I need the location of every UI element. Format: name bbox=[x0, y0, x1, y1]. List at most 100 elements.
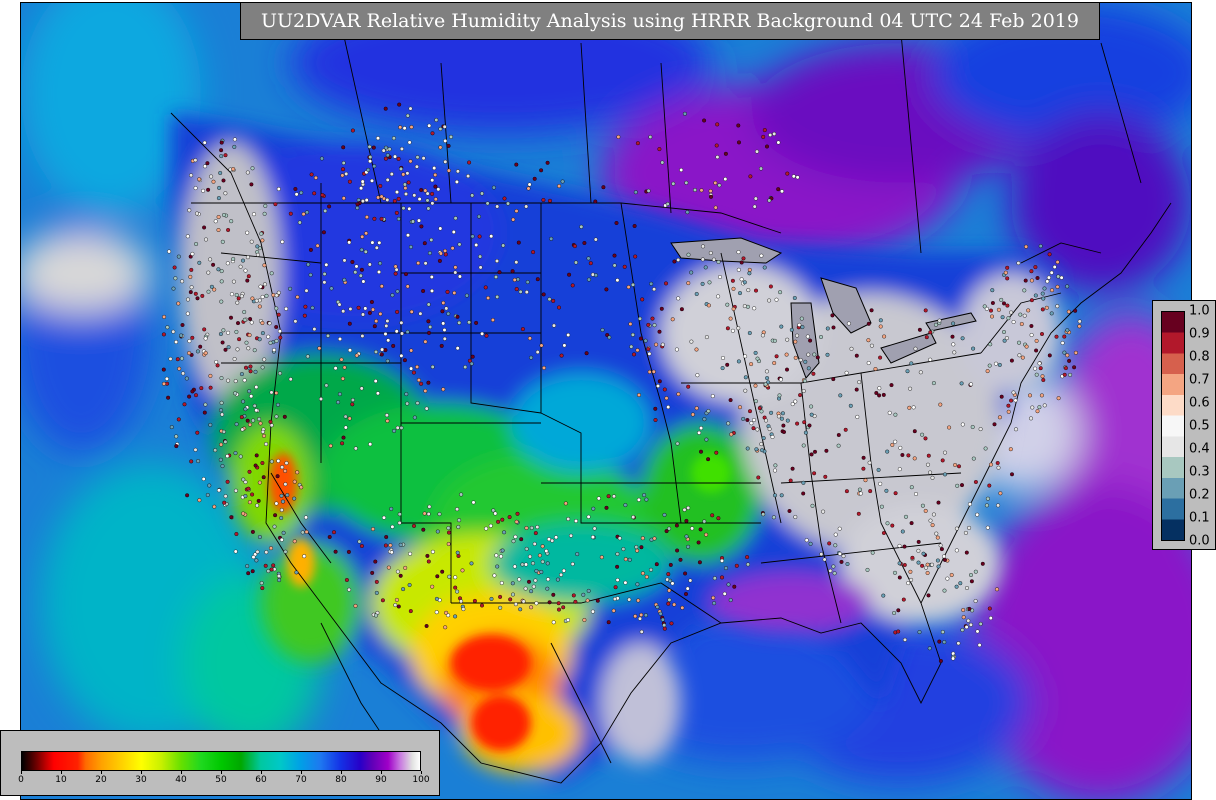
station-dot bbox=[914, 492, 919, 497]
station-dot bbox=[574, 519, 579, 524]
station-dot bbox=[430, 131, 435, 136]
station-dot bbox=[247, 389, 252, 394]
station-dot bbox=[514, 260, 519, 265]
station-dot bbox=[881, 593, 886, 598]
station-dot bbox=[395, 289, 400, 294]
station-dot bbox=[1047, 252, 1052, 257]
station-dot bbox=[385, 319, 390, 324]
rh-colorbar: 0 10 20 30 40 50 60 70 80 90 100 bbox=[0, 730, 440, 796]
station-dot bbox=[1042, 403, 1047, 408]
station-dot bbox=[219, 442, 224, 447]
station-dot bbox=[304, 529, 309, 534]
station-dot bbox=[592, 526, 597, 531]
station-dot bbox=[542, 365, 547, 370]
station-dot bbox=[779, 416, 784, 421]
station-dot bbox=[496, 519, 501, 524]
station-dot bbox=[904, 514, 909, 519]
station-dot bbox=[607, 335, 612, 340]
station-dot bbox=[704, 532, 709, 537]
station-dot bbox=[951, 656, 956, 661]
station-dot bbox=[685, 586, 690, 591]
station-dot bbox=[453, 585, 458, 590]
station-dot bbox=[350, 128, 355, 133]
station-dot bbox=[1029, 416, 1034, 421]
station-dot bbox=[240, 258, 245, 263]
station-dot bbox=[778, 377, 783, 382]
station-dot bbox=[470, 354, 475, 359]
station-dot bbox=[428, 325, 433, 330]
station-dot bbox=[385, 153, 390, 158]
station-dot bbox=[805, 334, 810, 339]
station-dot bbox=[339, 357, 344, 362]
station-dot bbox=[545, 160, 550, 165]
station-dot bbox=[953, 463, 958, 468]
station-dot bbox=[884, 488, 889, 493]
station-dot bbox=[229, 292, 234, 297]
station-dot bbox=[215, 363, 220, 368]
station-dot bbox=[281, 530, 286, 535]
station-dot bbox=[665, 201, 670, 206]
station-dot bbox=[1004, 336, 1009, 341]
station-dot bbox=[670, 581, 675, 586]
station-dot bbox=[514, 162, 519, 167]
station-dot bbox=[396, 216, 401, 221]
station-dot bbox=[716, 294, 721, 299]
station-dot bbox=[736, 359, 741, 364]
station-dot bbox=[770, 435, 775, 440]
station-dot bbox=[790, 466, 795, 471]
station-dot bbox=[337, 302, 342, 307]
station-dot bbox=[1020, 355, 1025, 360]
station-dot bbox=[704, 335, 709, 340]
station-dot bbox=[293, 186, 298, 191]
station-dot bbox=[213, 448, 218, 453]
station-dot bbox=[278, 371, 283, 376]
station-dot bbox=[353, 270, 358, 275]
station-dot bbox=[887, 410, 892, 415]
station-dot bbox=[251, 418, 256, 423]
station-dot bbox=[710, 394, 715, 399]
station-dot bbox=[340, 173, 345, 178]
station-dot bbox=[684, 592, 689, 597]
station-dot bbox=[562, 343, 567, 348]
station-dot bbox=[768, 132, 773, 137]
station-dot bbox=[637, 393, 642, 398]
station-dot bbox=[412, 415, 417, 420]
station-dot bbox=[535, 525, 540, 530]
station-dot bbox=[438, 226, 443, 231]
station-dot bbox=[251, 555, 256, 560]
station-dot bbox=[622, 264, 627, 269]
station-dot bbox=[706, 457, 711, 462]
station-dot bbox=[239, 294, 244, 299]
station-dot bbox=[650, 316, 655, 321]
station-dot bbox=[190, 389, 195, 394]
station-dot bbox=[403, 186, 408, 191]
station-dot bbox=[741, 256, 746, 261]
station-dot bbox=[320, 192, 325, 197]
station-dot bbox=[268, 546, 273, 551]
station-dot bbox=[274, 391, 279, 396]
station-dot bbox=[399, 146, 404, 151]
station-dot bbox=[247, 500, 252, 505]
station-dot bbox=[748, 409, 753, 414]
station-dot bbox=[217, 185, 222, 190]
station-dot bbox=[844, 370, 849, 375]
station-dot bbox=[996, 503, 1001, 508]
station-dot bbox=[793, 355, 798, 360]
station-dot bbox=[356, 305, 361, 310]
station-dot bbox=[809, 452, 814, 457]
station-dot bbox=[292, 479, 297, 484]
station-dot bbox=[746, 562, 751, 567]
station-dot bbox=[343, 414, 348, 419]
station-dot bbox=[897, 575, 902, 580]
station-dot bbox=[276, 186, 281, 191]
station-dot bbox=[432, 166, 437, 171]
station-dot bbox=[1002, 301, 1007, 306]
station-dot bbox=[912, 456, 917, 461]
station-dot bbox=[642, 493, 647, 498]
station-dot bbox=[526, 186, 531, 191]
station-dot bbox=[1003, 270, 1008, 275]
station-dot bbox=[824, 448, 829, 453]
station-dot bbox=[785, 418, 790, 423]
station-dot bbox=[177, 366, 182, 371]
station-dot bbox=[1033, 366, 1038, 371]
